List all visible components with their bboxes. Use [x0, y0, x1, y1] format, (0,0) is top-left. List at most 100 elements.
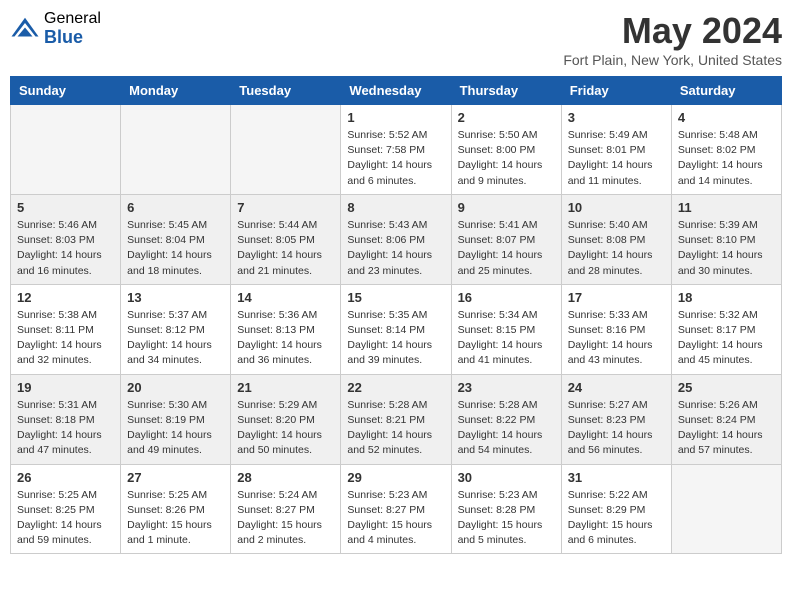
day-info: Sunrise: 5:41 AM Sunset: 8:07 PM Dayligh… — [458, 218, 555, 279]
day-number: 22 — [347, 380, 444, 395]
day-info: Sunrise: 5:36 AM Sunset: 8:13 PM Dayligh… — [237, 308, 334, 369]
logo-blue: Blue — [44, 28, 101, 48]
day-info: Sunrise: 5:43 AM Sunset: 8:06 PM Dayligh… — [347, 218, 444, 279]
calendar-cell: 19Sunrise: 5:31 AM Sunset: 8:18 PM Dayli… — [11, 374, 121, 464]
day-info: Sunrise: 5:48 AM Sunset: 8:02 PM Dayligh… — [678, 128, 775, 189]
calendar-cell: 2Sunrise: 5:50 AM Sunset: 8:00 PM Daylig… — [451, 105, 561, 195]
day-info: Sunrise: 5:52 AM Sunset: 7:58 PM Dayligh… — [347, 128, 444, 189]
title-block: May 2024 Fort Plain, New York, United St… — [563, 10, 782, 68]
day-info: Sunrise: 5:34 AM Sunset: 8:15 PM Dayligh… — [458, 308, 555, 369]
day-number: 27 — [127, 470, 224, 485]
day-number: 8 — [347, 200, 444, 215]
calendar-cell: 30 Sunrise: 5:23 AM Sunset: 8:28 PM Dayli… — [451, 464, 561, 554]
calendar-week-row: 26Sunrise: 5:25 AM Sunset: 8:25 PM Dayli… — [11, 464, 782, 554]
calendar-cell: 18 Sunrise: 5:32 AM Sunset: 8:17 PM Dayli… — [671, 284, 781, 374]
calendar-cell: 9 Sunrise: 5:41 AM Sunset: 8:07 PM Daylig… — [451, 194, 561, 284]
day-info: Sunrise: 5:29 AM Sunset: 8:20 PM Dayligh… — [237, 398, 334, 459]
day-number: 1 — [347, 110, 444, 125]
day-info: Sunrise: 5:33 AM Sunset: 8:16 PM Dayligh… — [568, 308, 665, 369]
day-number: 2 — [458, 110, 555, 125]
calendar-cell — [231, 105, 341, 195]
month-title: May 2024 — [563, 10, 782, 52]
calendar-cell: 25 Sunrise: 5:26 AM Sunset: 8:24 PM Dayli… — [671, 374, 781, 464]
calendar-cell — [671, 464, 781, 554]
day-info: Sunrise: 5:45 AM Sunset: 8:04 PM Dayligh… — [127, 218, 224, 279]
day-info: Sunrise: 5:24 AM Sunset: 8:27 PM Dayligh… — [237, 488, 334, 549]
day-info: Sunrise: 5:35 AM Sunset: 8:14 PM Dayligh… — [347, 308, 444, 369]
day-info: Sunrise: 5:25 AM Sunset: 8:26 PM Dayligh… — [127, 488, 224, 549]
day-info: Sunrise: 5:40 AM Sunset: 8:08 PM Dayligh… — [568, 218, 665, 279]
calendar-cell: 3Sunrise: 5:49 AM Sunset: 8:01 PM Daylig… — [561, 105, 671, 195]
logo-icon — [10, 14, 40, 44]
calendar-cell: 15Sunrise: 5:35 AM Sunset: 8:14 PM Dayli… — [341, 284, 451, 374]
day-info: Sunrise: 5:44 AM Sunset: 8:05 PM Dayligh… — [237, 218, 334, 279]
day-number: 17 — [568, 290, 665, 305]
calendar-cell: 1 Sunrise: 5:52 AM Sunset: 7:58 PM Daylig… — [341, 105, 451, 195]
day-number: 24 — [568, 380, 665, 395]
calendar-cell: 6 Sunrise: 5:45 AM Sunset: 8:04 PM Daylig… — [121, 194, 231, 284]
day-info: Sunrise: 5:27 AM Sunset: 8:23 PM Dayligh… — [568, 398, 665, 459]
calendar-cell: 13Sunrise: 5:37 AM Sunset: 8:12 PM Dayli… — [121, 284, 231, 374]
logo-text: General Blue — [44, 10, 101, 47]
weekday-header-sunday: Sunday — [11, 77, 121, 105]
day-number: 30 — [458, 470, 555, 485]
calendar: SundayMondayTuesdayWednesdayThursdayFrid… — [10, 76, 782, 554]
day-info: Sunrise: 5:28 AM Sunset: 8:21 PM Dayligh… — [347, 398, 444, 459]
day-number: 25 — [678, 380, 775, 395]
calendar-cell: 27 Sunrise: 5:25 AM Sunset: 8:26 PM Dayli… — [121, 464, 231, 554]
day-number: 13 — [127, 290, 224, 305]
weekday-header-wednesday: Wednesday — [341, 77, 451, 105]
day-info: Sunrise: 5:32 AM Sunset: 8:17 PM Dayligh… — [678, 308, 775, 369]
calendar-cell: 28 Sunrise: 5:24 AM Sunset: 8:27 PM Dayli… — [231, 464, 341, 554]
calendar-week-row: 12 Sunrise: 5:38 AM Sunset: 8:11 PM Dayli… — [11, 284, 782, 374]
day-info: Sunrise: 5:23 AM Sunset: 8:28 PM Dayligh… — [458, 488, 555, 549]
day-number: 11 — [678, 200, 775, 215]
calendar-cell: 31Sunrise: 5:22 AM Sunset: 8:29 PM Dayli… — [561, 464, 671, 554]
day-info: Sunrise: 5:26 AM Sunset: 8:24 PM Dayligh… — [678, 398, 775, 459]
calendar-cell: 20Sunrise: 5:30 AM Sunset: 8:19 PM Dayli… — [121, 374, 231, 464]
calendar-cell: 21Sunrise: 5:29 AM Sunset: 8:20 PM Dayli… — [231, 374, 341, 464]
calendar-week-row: 19Sunrise: 5:31 AM Sunset: 8:18 PM Dayli… — [11, 374, 782, 464]
calendar-week-row: 1 Sunrise: 5:52 AM Sunset: 7:58 PM Daylig… — [11, 105, 782, 195]
calendar-cell — [11, 105, 121, 195]
day-number: 14 — [237, 290, 334, 305]
calendar-cell: 29 Sunrise: 5:23 AM Sunset: 8:27 PM Dayli… — [341, 464, 451, 554]
location: Fort Plain, New York, United States — [563, 52, 782, 68]
weekday-header-tuesday: Tuesday — [231, 77, 341, 105]
weekday-header-friday: Friday — [561, 77, 671, 105]
calendar-cell: 12 Sunrise: 5:38 AM Sunset: 8:11 PM Dayli… — [11, 284, 121, 374]
calendar-cell: 8 Sunrise: 5:43 AM Sunset: 8:06 PM Daylig… — [341, 194, 451, 284]
calendar-cell: 11 Sunrise: 5:39 AM Sunset: 8:10 PM Dayli… — [671, 194, 781, 284]
calendar-cell: 26Sunrise: 5:25 AM Sunset: 8:25 PM Dayli… — [11, 464, 121, 554]
day-number: 7 — [237, 200, 334, 215]
calendar-cell: 4Sunrise: 5:48 AM Sunset: 8:02 PM Daylig… — [671, 105, 781, 195]
weekday-header-saturday: Saturday — [671, 77, 781, 105]
day-number: 5 — [17, 200, 114, 215]
day-info: Sunrise: 5:39 AM Sunset: 8:10 PM Dayligh… — [678, 218, 775, 279]
page-header: General Blue May 2024 Fort Plain, New Yo… — [10, 10, 782, 68]
weekday-header-thursday: Thursday — [451, 77, 561, 105]
day-info: Sunrise: 5:23 AM Sunset: 8:27 PM Dayligh… — [347, 488, 444, 549]
calendar-cell: 14 Sunrise: 5:36 AM Sunset: 8:13 PM Dayli… — [231, 284, 341, 374]
day-info: Sunrise: 5:31 AM Sunset: 8:18 PM Dayligh… — [17, 398, 114, 459]
calendar-cell — [121, 105, 231, 195]
day-number: 29 — [347, 470, 444, 485]
logo-general: General — [44, 10, 101, 28]
day-info: Sunrise: 5:22 AM Sunset: 8:29 PM Dayligh… — [568, 488, 665, 549]
day-number: 9 — [458, 200, 555, 215]
calendar-cell: 23Sunrise: 5:28 AM Sunset: 8:22 PM Dayli… — [451, 374, 561, 464]
calendar-cell: 22 Sunrise: 5:28 AM Sunset: 8:21 PM Dayli… — [341, 374, 451, 464]
day-number: 12 — [17, 290, 114, 305]
day-number: 28 — [237, 470, 334, 485]
calendar-cell: 24 Sunrise: 5:27 AM Sunset: 8:23 PM Dayli… — [561, 374, 671, 464]
day-number: 18 — [678, 290, 775, 305]
day-number: 10 — [568, 200, 665, 215]
day-number: 6 — [127, 200, 224, 215]
weekday-header-monday: Monday — [121, 77, 231, 105]
day-number: 3 — [568, 110, 665, 125]
day-info: Sunrise: 5:28 AM Sunset: 8:22 PM Dayligh… — [458, 398, 555, 459]
day-number: 26 — [17, 470, 114, 485]
day-info: Sunrise: 5:38 AM Sunset: 8:11 PM Dayligh… — [17, 308, 114, 369]
day-info: Sunrise: 5:46 AM Sunset: 8:03 PM Dayligh… — [17, 218, 114, 279]
calendar-cell: 5 Sunrise: 5:46 AM Sunset: 8:03 PM Daylig… — [11, 194, 121, 284]
